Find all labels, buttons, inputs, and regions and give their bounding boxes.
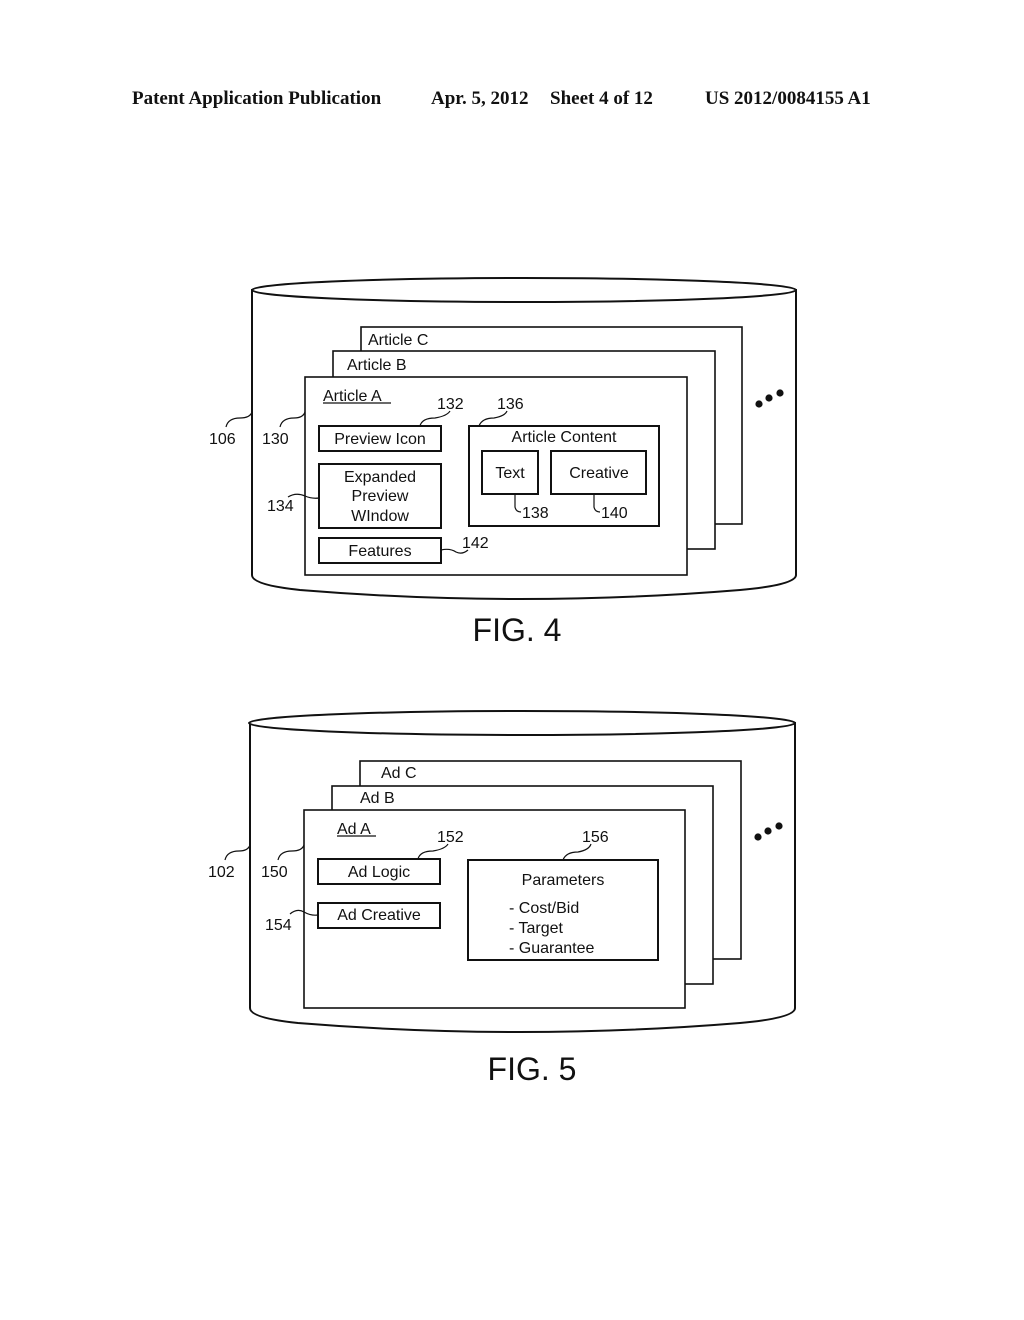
ref-140: 140 bbox=[601, 505, 628, 522]
ad-creative-box: Ad Creative bbox=[317, 902, 441, 929]
features-box: Features bbox=[318, 537, 442, 564]
fig4-diagram: Article C Article B Article A Preview Ic… bbox=[209, 277, 797, 648]
ref-130: 130 bbox=[262, 431, 289, 448]
fig5-caption: FIG. 5 bbox=[488, 1051, 577, 1087]
preview-icon-label: Preview Icon bbox=[334, 431, 426, 448]
ad-c-title: Ad C bbox=[381, 765, 417, 782]
ad-creative-label: Ad Creative bbox=[337, 907, 421, 924]
expanded-preview-window-box: Expanded Preview WIndow bbox=[318, 463, 442, 529]
ref-142: 142 bbox=[462, 535, 489, 552]
text-label: Text bbox=[495, 465, 525, 482]
ref-136: 136 bbox=[497, 396, 524, 413]
text-box: Text bbox=[481, 450, 539, 495]
article-content-box: Article Content Text Creative bbox=[468, 425, 660, 527]
parameters-title: Parameters bbox=[522, 872, 605, 889]
creative-label: Creative bbox=[569, 465, 629, 482]
parameter-item: - Guarantee bbox=[509, 940, 594, 957]
ref-138: 138 bbox=[522, 505, 549, 522]
ad-logic-box: Ad Logic bbox=[317, 858, 441, 885]
parameter-item: - Cost/Bid bbox=[509, 900, 579, 917]
features-label: Features bbox=[348, 543, 411, 560]
ad-logic-label: Ad Logic bbox=[348, 864, 410, 881]
figures-canvas: Article C Article B Article A Preview Ic… bbox=[208, 277, 797, 1087]
expanded-preview-line-2: Preview bbox=[352, 488, 409, 505]
expanded-preview-line-3: WIndow bbox=[351, 508, 409, 525]
preview-icon-box: Preview Icon bbox=[318, 425, 442, 452]
article-b-title: Article B bbox=[347, 357, 407, 374]
ref-132: 132 bbox=[437, 396, 464, 413]
ref-156: 156 bbox=[582, 829, 609, 846]
creative-box: Creative bbox=[550, 450, 647, 495]
ad-b-title: Ad B bbox=[360, 790, 395, 807]
ref-152: 152 bbox=[437, 829, 464, 846]
fig4-caption: FIG. 4 bbox=[473, 612, 562, 648]
ref-154: 154 bbox=[265, 917, 292, 934]
article-c-title: Article C bbox=[368, 332, 428, 349]
fig5-diagram: Ad C Ad B Ad A Ad Logic Ad Creative Para… bbox=[208, 710, 796, 1087]
ref-106: 106 bbox=[209, 431, 236, 448]
ref-134: 134 bbox=[267, 498, 294, 515]
ref-150: 150 bbox=[261, 864, 288, 881]
parameter-item: - Target bbox=[509, 920, 564, 937]
article-content-label: Article Content bbox=[512, 429, 617, 446]
parameters-box: Parameters - Cost/Bid - Target - Guarant… bbox=[467, 859, 659, 961]
ref-102: 102 bbox=[208, 864, 235, 881]
expanded-preview-line-1: Expanded bbox=[344, 469, 416, 486]
